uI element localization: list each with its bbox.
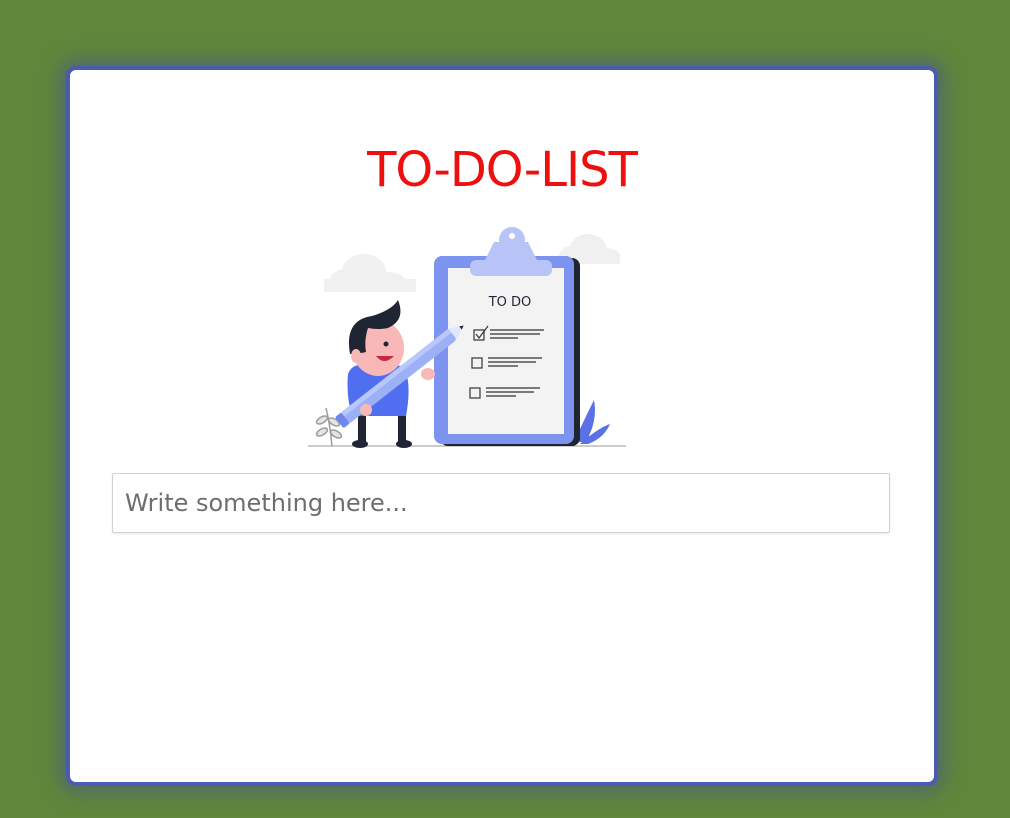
plant-icon	[315, 407, 343, 447]
cloud-icon	[324, 254, 416, 292]
new-task-input[interactable]	[112, 473, 890, 533]
page-title: TO-DO-LIST	[367, 142, 638, 198]
clipboard-heading: TO DO	[488, 295, 532, 310]
todo-card: TO-DO-LIST TO DO Write something here...	[66, 66, 938, 786]
todo-clipboard-illustration: TO DO	[308, 227, 626, 448]
